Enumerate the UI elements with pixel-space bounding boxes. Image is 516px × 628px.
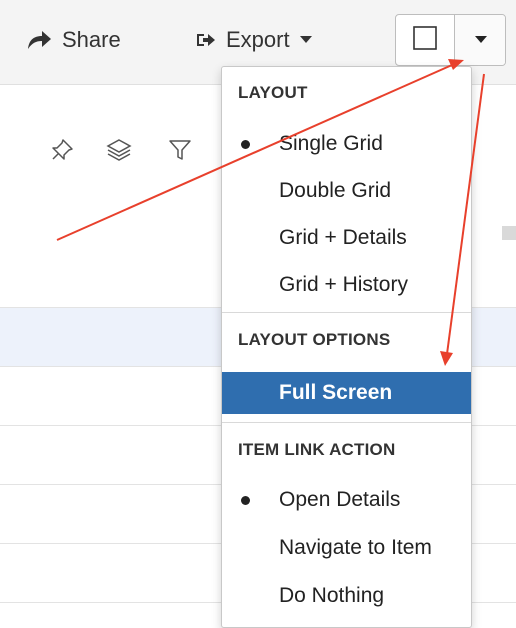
layout-options-header: LAYOUT OPTIONS [238,330,391,349]
layout-dropdown-menu: LAYOUT Single Grid Double Grid Grid + De… [221,66,472,628]
menu-item-do-nothing[interactable]: Do Nothing [222,575,471,617]
layout-toggle-button[interactable] [396,15,454,65]
export-button[interactable]: Export [196,22,312,58]
item-link-action-header: ITEM LINK ACTION [238,440,396,459]
chevron-down-icon [299,36,312,44]
share-button[interactable]: Share [26,22,121,58]
export-label: Export [226,27,290,52]
menu-item-grid-history[interactable]: Grid + History [222,264,471,306]
selected-bullet-icon [241,495,250,505]
filter-icon[interactable] [168,138,192,167]
menu-divider [222,312,471,313]
layout-header: LAYOUT [238,83,308,102]
layers-icon[interactable] [106,138,132,167]
menu-item-open-details[interactable]: Open Details [222,479,471,521]
selected-bullet-icon [241,139,250,149]
column-resize-handle[interactable] [502,226,516,240]
square-icon [413,25,437,55]
menu-item-full-screen[interactable]: Full Screen [222,372,471,414]
pin-icon[interactable] [50,138,74,167]
layout-dropdown-button[interactable] [454,15,505,65]
menu-item-double-grid[interactable]: Double Grid [222,170,471,212]
menu-item-navigate-to-item[interactable]: Navigate to Item [222,527,471,569]
export-icon [196,31,216,49]
share-label: Share [62,27,121,52]
share-icon [26,29,52,51]
caret-down-icon [474,31,487,49]
menu-item-single-grid[interactable]: Single Grid [222,123,471,165]
menu-divider [222,422,471,423]
menu-item-grid-details[interactable]: Grid + Details [222,217,471,259]
layout-button-group [395,14,506,66]
